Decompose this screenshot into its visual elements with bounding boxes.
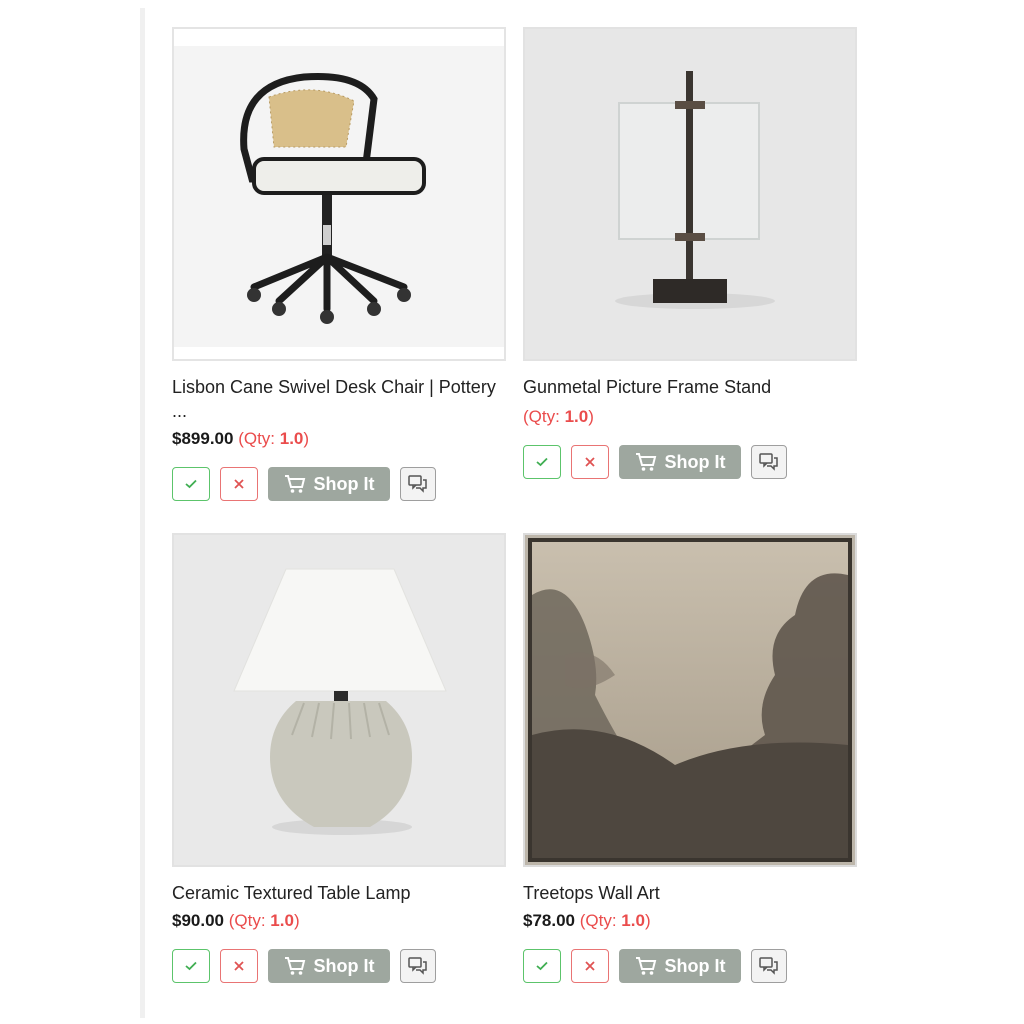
check-icon xyxy=(536,457,548,467)
product-qty: (Qty: 1.0) xyxy=(238,429,310,448)
reject-button[interactable] xyxy=(571,949,609,983)
reject-button[interactable] xyxy=(220,949,258,983)
frame-stand-image xyxy=(615,71,775,309)
comment-icon xyxy=(759,957,778,975)
check-icon xyxy=(536,961,548,971)
product-qty: (Qty: 1.0) xyxy=(579,911,651,930)
shop-it-button[interactable]: Shop It xyxy=(268,949,390,983)
cart-icon xyxy=(635,957,656,975)
product-card: Gunmetal Picture Frame Stand (Qty: 1.0) … xyxy=(523,27,857,479)
cart-icon xyxy=(284,475,305,493)
product-card: Treetops Wall Art $78.00 (Qty: 1.0) Shop… xyxy=(523,533,857,983)
product-qty: (Qty: 1.0) xyxy=(228,911,300,930)
comment-icon xyxy=(408,957,427,975)
product-price-line: $78.00 (Qty: 1.0) xyxy=(523,909,857,933)
product-price-line: (Qty: 1.0) xyxy=(523,405,857,429)
comment-button[interactable] xyxy=(751,949,787,983)
shop-it-button[interactable]: Shop It xyxy=(619,949,741,983)
close-icon xyxy=(234,479,244,489)
cart-icon xyxy=(284,957,305,975)
product-price-line: $90.00 (Qty: 1.0) xyxy=(172,909,506,933)
reject-button[interactable] xyxy=(571,445,609,479)
product-title[interactable]: Lisbon Cane Swivel Desk Chair | Pottery … xyxy=(172,375,506,423)
product-card: Lisbon Cane Swivel Desk Chair | Pottery … xyxy=(172,27,506,501)
product-price: $899.00 xyxy=(172,429,234,448)
office-chair-image xyxy=(240,73,426,324)
cart-icon xyxy=(635,453,656,471)
shop-it-label: Shop It xyxy=(313,955,375,976)
product-title[interactable]: Ceramic Textured Table Lamp xyxy=(172,881,506,905)
comment-icon xyxy=(408,475,427,493)
comment-button[interactable] xyxy=(751,445,787,479)
comment-icon xyxy=(759,453,778,471)
shop-it-label: Shop It xyxy=(664,955,726,976)
product-title[interactable]: Gunmetal Picture Frame Stand xyxy=(523,375,857,399)
approve-button[interactable] xyxy=(523,949,561,983)
product-actions: Shop It xyxy=(172,467,506,501)
check-icon xyxy=(185,479,197,489)
content-divider xyxy=(140,8,145,1018)
comment-button[interactable] xyxy=(400,949,436,983)
check-icon xyxy=(185,961,197,971)
product-title[interactable]: Treetops Wall Art xyxy=(523,881,857,905)
close-icon xyxy=(234,961,244,971)
comment-button[interactable] xyxy=(400,467,436,501)
product-actions: Shop It xyxy=(523,949,857,983)
shop-it-label: Shop It xyxy=(664,451,726,472)
product-actions: Shop It xyxy=(172,949,506,983)
product-qty: (Qty: 1.0) xyxy=(523,407,594,426)
product-image[interactable] xyxy=(523,533,857,867)
approve-button[interactable] xyxy=(172,467,210,501)
wall-art-image xyxy=(528,538,852,862)
reject-button[interactable] xyxy=(220,467,258,501)
close-icon xyxy=(585,961,595,971)
product-price-line: $899.00 (Qty: 1.0) xyxy=(172,427,506,451)
shop-it-button[interactable]: Shop It xyxy=(619,445,741,479)
approve-button[interactable] xyxy=(523,445,561,479)
shop-it-button[interactable]: Shop It xyxy=(268,467,390,501)
product-card: Ceramic Textured Table Lamp $90.00 (Qty:… xyxy=(172,533,506,983)
product-image[interactable] xyxy=(172,533,506,867)
product-price: $78.00 xyxy=(523,911,575,930)
product-image[interactable] xyxy=(172,27,506,361)
shop-it-label: Shop It xyxy=(313,473,375,494)
table-lamp-image xyxy=(233,568,447,835)
product-price: $90.00 xyxy=(172,911,224,930)
product-image[interactable] xyxy=(523,27,857,361)
approve-button[interactable] xyxy=(172,949,210,983)
product-actions: Shop It xyxy=(523,445,857,479)
close-icon xyxy=(585,457,595,467)
